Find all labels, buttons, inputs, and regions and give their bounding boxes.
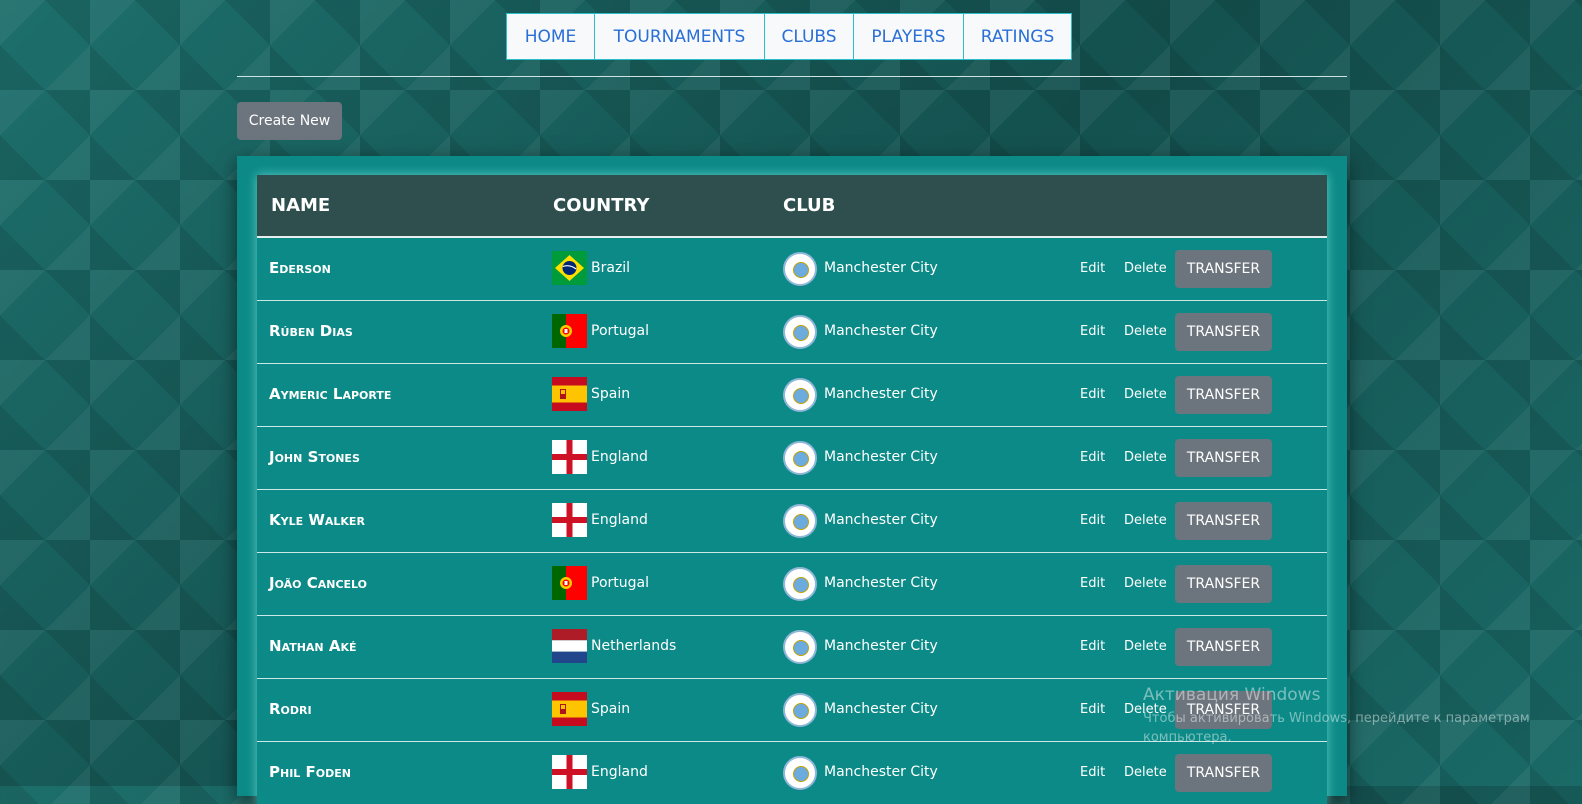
club-crest-icon [783,378,817,412]
club-crest-icon [783,693,817,727]
spain-flag-icon [552,377,587,411]
edit-link[interactable]: Edit [1080,513,1105,528]
transfer-button[interactable]: TRANSFER [1175,754,1272,792]
player-name: Phil Foden [269,763,351,781]
player-name: Aymeric Laporte [269,385,392,403]
transfer-button[interactable]: TRANSFER [1175,439,1272,477]
club-crest-icon [783,441,817,475]
transfer-button[interactable]: TRANSFER [1175,628,1272,666]
player-name: Rodri [269,700,312,718]
delete-link[interactable]: Delete [1124,513,1167,528]
player-country: Brazil [591,260,631,276]
player-club: Manchester City [824,260,938,276]
table-header: NAME COUNTRY CLUB [257,175,1327,238]
delete-link[interactable]: Delete [1124,450,1167,465]
players-table: NAME COUNTRY CLUB Ederson Brazil Mancheste… [257,175,1327,804]
delete-link[interactable]: Delete [1124,765,1167,780]
player-country: Portugal [591,323,649,339]
table-row: Kyle Walker England Manchester City Edit Del… [257,489,1327,552]
nav-tournaments[interactable]: TOURNAMENTS [595,14,765,59]
player-club: Manchester City [824,323,938,339]
england-flag-icon [552,755,587,789]
header-club: CLUB [783,195,836,216]
club-crest-icon [783,315,817,349]
spain-flag-icon [552,692,587,726]
player-country: Portugal [591,575,649,591]
edit-link[interactable]: Edit [1080,639,1105,654]
club-crest-icon [783,567,817,601]
delete-link[interactable]: Delete [1124,261,1167,276]
delete-link[interactable]: Delete [1124,324,1167,339]
nav-home[interactable]: HOME [507,14,595,59]
player-country: England [591,512,648,528]
divider [237,76,1347,77]
player-name: Kyle Walker [269,511,365,529]
transfer-button[interactable]: TRANSFER [1175,376,1272,414]
transfer-button[interactable]: TRANSFER [1175,313,1272,351]
player-club: Manchester City [824,701,938,717]
edit-link[interactable]: Edit [1080,765,1105,780]
england-flag-icon [552,440,587,474]
player-club: Manchester City [824,386,938,402]
club-crest-icon [783,756,817,790]
player-club: Manchester City [824,575,938,591]
brazil-flag-icon [552,251,587,285]
delete-link[interactable]: Delete [1124,387,1167,402]
table-row: Ederson Brazil Manchester City Edit Delete TR… [257,238,1327,300]
edit-link[interactable]: Edit [1080,702,1105,717]
edit-link[interactable]: Edit [1080,450,1105,465]
player-name: João Cancelo [269,574,368,592]
delete-link[interactable]: Delete [1124,702,1167,717]
nav-players[interactable]: PLAYERS [854,14,964,59]
player-name: John Stones [269,448,360,466]
transfer-button[interactable]: TRANSFER [1175,250,1272,288]
player-country: Netherlands [591,638,677,654]
table-row: Nathan Aké Netherlands Manchester City Edit… [257,615,1327,678]
player-club: Manchester City [824,449,938,465]
player-country: Spain [591,701,631,717]
table-body: Ederson Brazil Manchester City Edit Delete TR… [257,238,1327,804]
header-name: NAME [271,195,331,216]
transfer-button[interactable]: TRANSFER [1175,502,1272,540]
player-name: Nathan Aké [269,637,357,655]
delete-link[interactable]: Delete [1124,576,1167,591]
netherlands-flag-icon [552,629,587,663]
player-name: Ederson [269,259,331,277]
table-row: João Cancelo Portugal Manchester City Edit D… [257,552,1327,615]
table-row: Aymeric Laporte Spain Manchester City Edit D… [257,363,1327,426]
table-row: John Stones England Manchester City Edit Del… [257,426,1327,489]
edit-link[interactable]: Edit [1080,576,1105,591]
edit-link[interactable]: Edit [1080,324,1105,339]
transfer-button[interactable]: TRANSFER [1175,565,1272,603]
player-name: Rúben Dias [269,322,353,340]
player-country: England [591,764,648,780]
england-flag-icon [552,503,587,537]
edit-link[interactable]: Edit [1080,261,1105,276]
player-club: Manchester City [824,512,938,528]
portugal-flag-icon [552,314,587,348]
player-country: Spain [591,386,631,402]
player-club: Manchester City [824,764,938,780]
player-club: Manchester City [824,638,938,654]
table-row: Rodri Spain Manchester City Edit Delete TRANS… [257,678,1327,741]
club-crest-icon [783,630,817,664]
header-country: COUNTRY [553,195,650,216]
edit-link[interactable]: Edit [1080,387,1105,402]
table-row: Rúben Dias Portugal Manchester City Edit Del… [257,300,1327,363]
main-nav: HOME TOURNAMENTS CLUBS PLAYERS RATINGS [506,13,1072,60]
table-row: Phil Foden England Manchester City Edit Dele… [257,741,1327,804]
nav-clubs[interactable]: CLUBS [765,14,854,59]
create-new-button[interactable]: Create New [237,102,342,140]
club-crest-icon [783,252,817,286]
club-crest-icon [783,504,817,538]
players-panel: NAME COUNTRY CLUB Ederson Brazil Mancheste… [237,156,1347,804]
nav-ratings[interactable]: RATINGS [964,14,1071,59]
delete-link[interactable]: Delete [1124,639,1167,654]
player-country: England [591,449,648,465]
transfer-button[interactable]: TRANSFER [1175,691,1272,729]
portugal-flag-icon [552,566,587,600]
